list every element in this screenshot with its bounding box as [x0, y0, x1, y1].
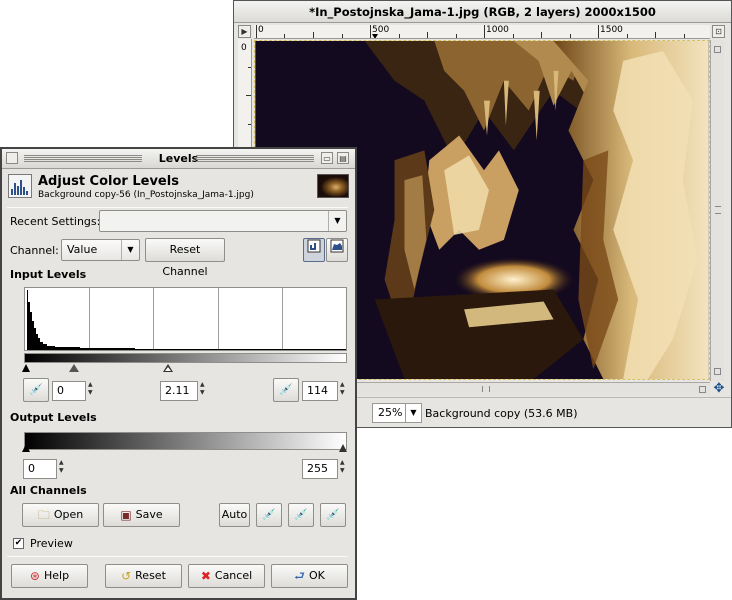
spin-arrows-icon[interactable]: ▲ ▼ [340, 459, 348, 475]
ruler-label: 0 [258, 25, 264, 35]
cancel-button[interactable]: ✖ Cancel [188, 564, 265, 588]
maximize-icon[interactable]: ▤ [337, 152, 349, 164]
help-label: Help [43, 569, 70, 582]
input-high-spin[interactable]: 114 [302, 381, 338, 401]
input-gamma-handle[interactable] [69, 364, 79, 372]
floppy-icon: ▣ [120, 508, 132, 522]
preview-label: Preview [30, 537, 73, 550]
dialog-titlebar: Levels ▭ ▤ [2, 149, 355, 169]
output-low-value: 0 [28, 462, 35, 475]
reset-button[interactable]: ↺ Reset [105, 564, 182, 588]
input-high-value: 114 [307, 384, 328, 397]
navigate-icon[interactable]: ✥ [712, 382, 726, 396]
channel-combo[interactable]: Value ▼ [61, 239, 140, 261]
levels-dialog: Levels ▭ ▤ Adjust Color Levels Backgroun… [0, 147, 357, 600]
eyedropper-icon: 💉 [326, 508, 340, 521]
input-high-handle-fill [165, 367, 171, 371]
ruler-label: 1000 [486, 25, 509, 35]
image-window-title: *In_Postojnska_Jama-1.jpg (RGB, 2 layers… [234, 1, 731, 23]
channel-label-text: Channel: [10, 244, 59, 257]
save-label: Save [135, 508, 163, 521]
open-button[interactable]: 🗀 Open [22, 503, 99, 527]
channel-value: Value [67, 243, 98, 256]
eyedropper-icon: 💉 [279, 383, 293, 396]
output-high-handle[interactable] [339, 444, 347, 452]
menu-arrow-icon[interactable]: ▶ [238, 25, 251, 38]
pick-gray-button[interactable]: 💉 [288, 503, 314, 527]
input-gamma-spin[interactable]: 2.11 [160, 381, 198, 401]
reset-channel-button[interactable]: Reset Channel [145, 238, 225, 278]
input-gradient [24, 353, 347, 363]
recent-settings-combo[interactable]: ▼ [99, 210, 347, 232]
levels-icon [8, 174, 32, 198]
separator [7, 207, 348, 208]
histogram[interactable] [24, 287, 347, 351]
output-low-handle[interactable] [22, 444, 30, 452]
spin-arrows-icon[interactable]: ▲ ▼ [88, 381, 96, 397]
ruler-label: 0 [241, 43, 247, 53]
layer-thumbnail [317, 174, 349, 198]
linear-histogram-icon[interactable] [303, 238, 325, 262]
cancel-icon: ✖ [200, 569, 211, 583]
ruler-pointer [372, 34, 378, 38]
pick-white-point-button[interactable]: 💉 [273, 378, 299, 402]
chevron-down-icon: ▼ [405, 404, 421, 422]
input-low-handle[interactable] [22, 364, 30, 372]
spin-arrows-icon[interactable]: ▲ ▼ [59, 459, 67, 475]
eyedropper-icon: 💉 [262, 508, 276, 521]
pick-black-point-button[interactable]: 💉 [23, 378, 49, 402]
output-gradient [24, 432, 347, 450]
output-low-spin[interactable]: 0 [23, 459, 57, 479]
zoom-fit-icon[interactable]: ⊡ [712, 25, 725, 38]
output-levels-label: Output Levels [10, 411, 97, 424]
dialog-heading: Adjust Color Levels [38, 174, 179, 189]
ok-button[interactable]: ⮐ OK [271, 564, 348, 588]
chevron-down-icon: ▼ [328, 211, 346, 231]
log-histogram-icon[interactable] [326, 238, 348, 262]
all-channels-label: All Channels [10, 484, 87, 497]
titlebar-grip [196, 155, 314, 163]
ok-label: OK [308, 569, 325, 582]
input-low-value: 0 [57, 384, 64, 397]
dialog-title: Levels [158, 152, 199, 165]
reset-icon: ↺ [121, 569, 132, 583]
vertical-scrollbar[interactable] [710, 40, 724, 381]
eyedropper-icon: 💉 [294, 508, 308, 521]
dialog-header: Adjust Color Levels Background copy-56 (… [8, 173, 349, 203]
histogram-graph [27, 290, 346, 350]
titlebar-grip [24, 155, 142, 163]
open-label: Open [53, 508, 84, 521]
window-menu-icon[interactable] [6, 152, 18, 164]
folder-icon: 🗀 [37, 508, 50, 522]
chevron-down-icon: ▼ [121, 240, 139, 260]
auto-button[interactable]: Auto [219, 503, 250, 527]
input-gamma-value: 2.11 [165, 384, 190, 397]
zoom-value: 25% [378, 406, 403, 419]
pick-black-button[interactable]: 💉 [256, 503, 282, 527]
ok-arrow-icon: ⮐ [294, 569, 305, 583]
recent-settings-label: Recent Settings: [10, 215, 101, 228]
channel-label: Channel: [10, 244, 59, 257]
pick-white-button[interactable]: 💉 [320, 503, 346, 527]
save-button[interactable]: ▣ Save [103, 503, 180, 527]
dialog-subheading: Background copy-56 (In_Postojnska_Jama-1… [38, 190, 254, 200]
status-text: Background copy (53.6 MB) [425, 407, 578, 420]
reset-label: Reset [135, 569, 166, 582]
output-high-spin[interactable]: 255 [302, 459, 338, 479]
spin-arrows-icon[interactable]: ▲ ▼ [200, 381, 208, 397]
cancel-label: Cancel [214, 569, 253, 582]
zoom-select[interactable]: 25% ▼ [372, 403, 422, 423]
eyedropper-icon: 💉 [29, 383, 43, 396]
help-button[interactable]: ⊛ Help [11, 564, 88, 588]
separator [7, 556, 348, 557]
input-levels-label: Input Levels [10, 268, 87, 281]
preview-checkbox[interactable]: ✔ [13, 538, 24, 549]
input-low-spin[interactable]: 0 [52, 381, 86, 401]
horizontal-ruler: 0 500 1000 1500 [254, 25, 710, 39]
spin-arrows-icon[interactable]: ▲ ▼ [340, 381, 348, 397]
shade-icon[interactable]: ▭ [321, 152, 333, 164]
output-high-value: 255 [307, 462, 328, 475]
ruler-label: 1500 [600, 25, 623, 35]
lifebuoy-icon: ⊛ [29, 569, 40, 583]
